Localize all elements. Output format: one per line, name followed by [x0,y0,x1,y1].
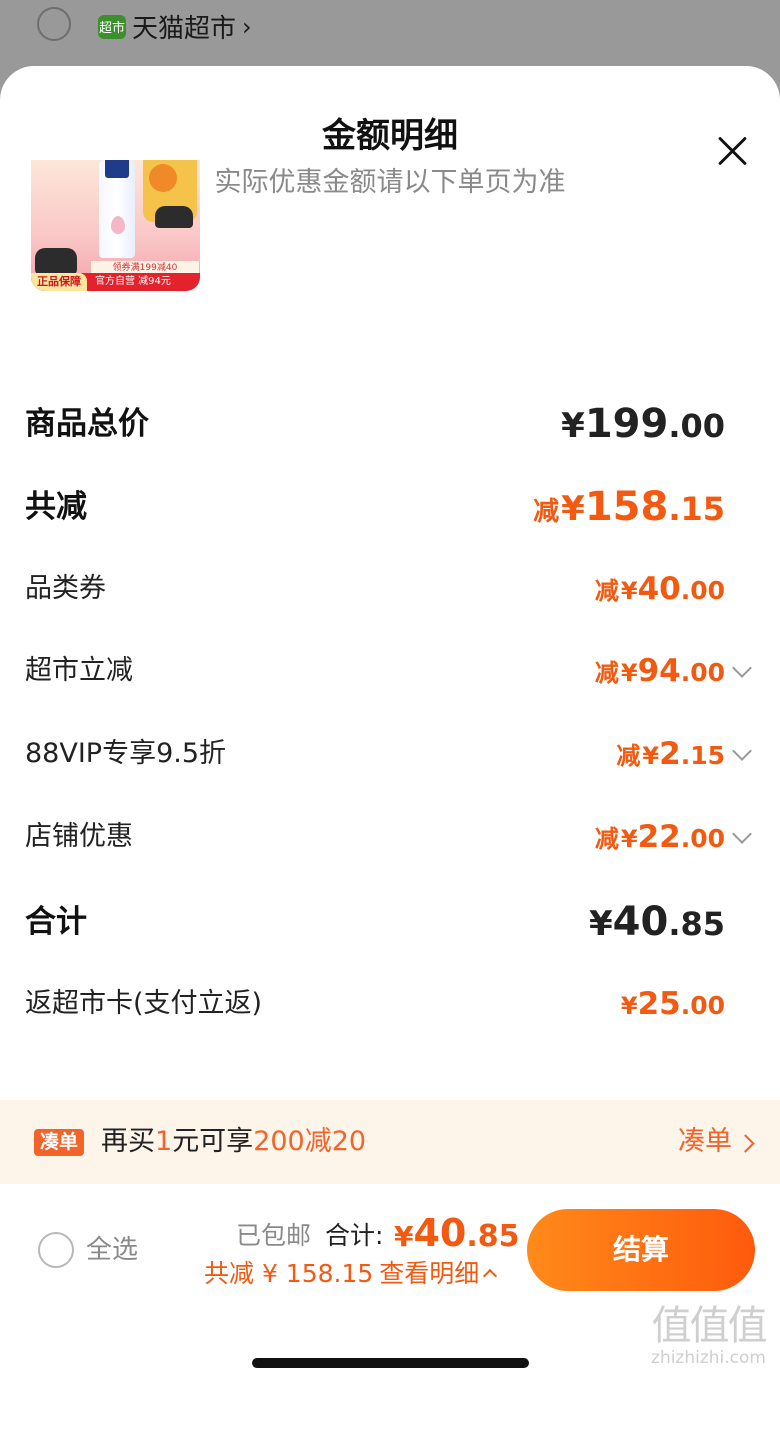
tmall-supermarket-logo: 超市 [98,14,126,39]
store-name: 天猫超市 [132,14,237,44]
select-all-label[interactable]: 全选 [86,1230,138,1270]
thumb-bottom-text: 官方自营 减94元 [95,276,171,287]
category-coupon-label: 品类券 [25,573,106,604]
row-subtotal: 合计 ¥40.85 [25,900,725,944]
home-indicator[interactable] [252,1358,529,1368]
select-all-radio[interactable] [38,1232,74,1268]
store-discount-label: 店铺优惠 [25,821,133,852]
row-total-discount: 共减 减¥158.15 [25,485,725,529]
free-shipping-label: 已包邮 [236,1221,312,1250]
store-link[interactable]: 超市 天猫超市 › [98,8,252,45]
sheet-title: 金额明细 [322,116,458,156]
row-rebate: 返超市卡(支付立返) ¥25.00 [25,982,725,1026]
store-discount-amount: 减¥22.00 [594,819,725,855]
category-coupon-amount: 减¥40.00 [594,571,725,607]
discount-text: 共减 ¥ 158.15 [204,1259,374,1288]
close-icon[interactable] [716,134,750,168]
row-total-price: 商品总价 ¥199.00 [25,402,725,446]
subtotal-label: 合计 [25,904,87,940]
total-discount-amount: 减¥158.15 [533,484,725,530]
total-price-amount: ¥199.00 [561,401,725,447]
row-market-discount[interactable]: 超市立减 减¥94.00 [25,649,752,693]
vip-discount-amount: 减¥2.15 [616,736,725,772]
chevron-up-icon [483,1268,498,1284]
store-select-radio[interactable] [37,7,71,41]
total-discount-label: 共减 [25,489,87,525]
product-drop [111,216,125,234]
row-category-coupon: 品类券 减¥40.00 [25,567,725,611]
total-label: 合计: [325,1221,384,1250]
add-on-text: 再买1元可享200减20 [101,1126,367,1157]
checkout-button[interactable]: 结算 [527,1209,755,1291]
add-on-tag: 凑单 [34,1129,85,1156]
market-discount-amount: 减¥94.00 [594,653,725,689]
watermark: 值值值 zhizhizhi.com [651,1303,768,1368]
discount-summary[interactable]: 共减 ¥ 158.15 查看明细 [204,1254,498,1294]
product-thumbnail[interactable]: 领券满199减40 正品保障 官方自营 减94元 [31,160,200,291]
add-on-link[interactable]: 凑单 [678,1122,732,1162]
rebate-label: 返超市卡(支付立返) [25,988,263,1019]
tmall-cat-icon [35,248,77,274]
vip-discount-label: 88VIP专享9.5折 [25,738,227,769]
rebate-amount: ¥25.00 [620,986,725,1022]
row-store-discount[interactable]: 店铺优惠 减¥22.00 [25,815,752,859]
genuine-badge: 正品保障 [31,273,87,291]
total-price-label: 商品总价 [25,406,149,442]
promo-badge-circle [149,164,177,192]
tmall-cat-icon [155,206,193,228]
market-discount-label: 超市立减 [25,655,133,686]
subtotal-amount: ¥40.85 [588,899,725,945]
watermark-url: zhizhizhi.com [651,1348,766,1368]
view-details-link: 查看明细 [379,1259,480,1288]
watermark-logo: 值值值 [651,1303,768,1349]
chevron-right-icon: › [242,12,252,41]
product-cap [105,160,129,178]
row-vip-discount[interactable]: 88VIP专享9.5折 减¥2.15 [25,732,752,776]
